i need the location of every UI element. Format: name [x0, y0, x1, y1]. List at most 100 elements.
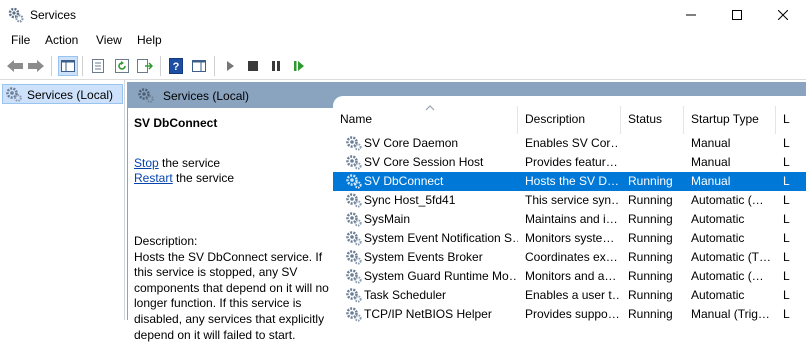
service-startup-cell: Manual — [691, 155, 731, 169]
toolbar-separator — [82, 56, 83, 76]
svg-text:?: ? — [173, 61, 180, 73]
toolbar-separator — [51, 56, 52, 76]
minimize-button[interactable] — [668, 0, 714, 30]
service-gear-icon — [345, 173, 363, 192]
service-gear-icon — [345, 268, 363, 287]
service-gear-icon — [345, 192, 363, 211]
service-startup-cell: Automatic — [691, 231, 745, 245]
menu-help[interactable]: Help — [137, 33, 162, 47]
table-row[interactable]: SV Core Daemon Enables SV Cor… Manual L — [333, 134, 806, 153]
description-label: Description: — [134, 234, 198, 248]
table-row[interactable]: SV DbConnect Hosts the SV D… Running Manual… — [333, 172, 806, 191]
service-logon-cell: L — [783, 250, 790, 264]
service-logon-cell: L — [783, 269, 790, 283]
pane-header-title: Services (Local) — [163, 89, 250, 103]
service-startup-cell: Automatic (… — [691, 269, 764, 283]
title-bar: Services — [0, 0, 806, 30]
service-gear-icon — [345, 306, 363, 325]
services-gear-icon — [8, 7, 24, 23]
service-startup-cell: Automatic — [691, 212, 745, 226]
menu-file[interactable]: File — [11, 33, 30, 47]
console-tree-pane: Services (Local) — [0, 80, 125, 320]
service-status-cell: Running — [628, 174, 673, 188]
column-header-status[interactable]: Status — [621, 106, 684, 134]
service-description-cell: Provides suppo… — [525, 307, 619, 321]
service-startup-cell: Manual — [691, 174, 731, 188]
export-list-icon[interactable] — [135, 56, 155, 76]
service-startup-cell: Automatic (… — [691, 193, 764, 207]
toolbar-separator — [214, 56, 215, 76]
service-logon-cell: L — [783, 307, 790, 321]
service-logon-cell: L — [783, 136, 790, 150]
toolbar-separator — [160, 56, 161, 76]
window-title: Services — [30, 8, 77, 22]
table-row[interactable]: System Event Notification S… Monitors sys… — [333, 229, 806, 248]
forward-arrow-icon[interactable] — [26, 56, 46, 76]
column-header-log-on-as[interactable]: L — [776, 106, 806, 134]
service-name-cell: SysMain — [364, 212, 411, 226]
service-startup-cell: Automatic (T… — [691, 250, 772, 264]
service-status-cell: Running — [628, 307, 673, 321]
maximize-button[interactable] — [714, 0, 760, 30]
service-status-cell: Running — [628, 231, 673, 245]
sort-ascending-icon — [425, 103, 435, 114]
close-button[interactable] — [760, 0, 806, 30]
services-pane: Services (Local) SV DbConnect Stop the s… — [127, 82, 806, 342]
stop-service-line: Stop the service — [134, 156, 220, 170]
service-name-cell: Task Scheduler — [364, 288, 447, 302]
restart-service-link[interactable]: Restart — [134, 171, 173, 185]
stop-service-link[interactable]: Stop — [134, 156, 159, 170]
table-row[interactable]: SV Core Session Host Provides featur… Manu… — [333, 153, 806, 172]
table-row[interactable]: Sync Host_5fd41 This service syn… Running A… — [333, 191, 806, 210]
column-header-name[interactable]: Name — [333, 103, 518, 134]
resume-service-icon[interactable] — [289, 56, 309, 76]
service-name-cell: Sync Host_5fd41 — [364, 193, 456, 207]
service-name-cell: SV Core Session Host — [364, 155, 484, 169]
service-description-cell: Monitors syste… — [525, 231, 615, 245]
service-status-cell: Running — [628, 288, 673, 302]
table-row[interactable]: TCP/IP NetBIOS Helper Provides suppo… Runn… — [333, 305, 806, 324]
service-name-cell: TCP/IP NetBIOS Helper — [364, 307, 492, 321]
show-action-pane-icon[interactable] — [189, 56, 209, 76]
column-header-label: L — [783, 112, 790, 126]
table-row[interactable]: System Guard Runtime Mo… Monitors and a… R… — [333, 267, 806, 286]
table-row[interactable]: Task Scheduler Enables a user t… Running Au… — [333, 286, 806, 305]
menu-view[interactable]: View — [96, 33, 122, 47]
column-header-startup-type[interactable]: Startup Type — [684, 106, 776, 134]
selected-service-name: SV DbConnect — [134, 116, 218, 130]
service-logon-cell: L — [783, 212, 790, 226]
start-service-icon[interactable] — [220, 56, 240, 76]
tree-item-services-local[interactable]: Services (Local) — [2, 84, 123, 104]
service-description-cell: Enables a user t… — [525, 288, 619, 302]
description-text: Hosts the SV DbConnect service. If this … — [134, 249, 329, 342]
stop-suffix-text: the service — [158, 156, 221, 170]
service-description-cell: Coordinates ex… — [525, 250, 618, 264]
restart-service-line: Restart the service — [134, 171, 234, 185]
service-status-cell: Running — [628, 193, 673, 207]
restart-suffix-text: the service — [172, 171, 235, 185]
help-icon[interactable]: ? — [166, 56, 186, 76]
services-list: Name Description Status Startup Type L S… — [333, 96, 806, 322]
column-header-description[interactable]: Description — [518, 106, 621, 134]
service-description-cell: Hosts the SV D… — [525, 174, 619, 188]
show-hide-console-tree-icon[interactable] — [58, 56, 78, 76]
refresh-icon[interactable] — [112, 56, 132, 76]
services-gear-icon — [5, 86, 23, 105]
properties-icon[interactable] — [88, 56, 108, 76]
table-row[interactable]: System Events Broker Coordinates ex… Runni… — [333, 248, 806, 267]
stop-service-icon[interactable] — [243, 56, 263, 76]
pause-service-icon[interactable] — [266, 56, 286, 76]
service-name-cell: System Event Notification S… — [364, 231, 518, 245]
service-description: Description: Hosts the SV DbConnect serv… — [134, 234, 330, 343]
services-gear-icon — [137, 87, 155, 106]
service-logon-cell: L — [783, 174, 790, 188]
service-name-cell: SV Core Daemon — [364, 136, 459, 150]
table-row[interactable]: SysMain Maintains and i… Running Automatic L — [333, 210, 806, 229]
service-description-cell: Monitors and a… — [525, 269, 617, 283]
service-description-cell: This service syn… — [525, 193, 619, 207]
service-description-cell: Enables SV Cor… — [525, 136, 619, 150]
column-header-label: Startup Type — [691, 112, 759, 126]
back-arrow-icon[interactable] — [5, 56, 25, 76]
service-startup-cell: Automatic — [691, 288, 745, 302]
menu-action[interactable]: Action — [45, 33, 78, 47]
